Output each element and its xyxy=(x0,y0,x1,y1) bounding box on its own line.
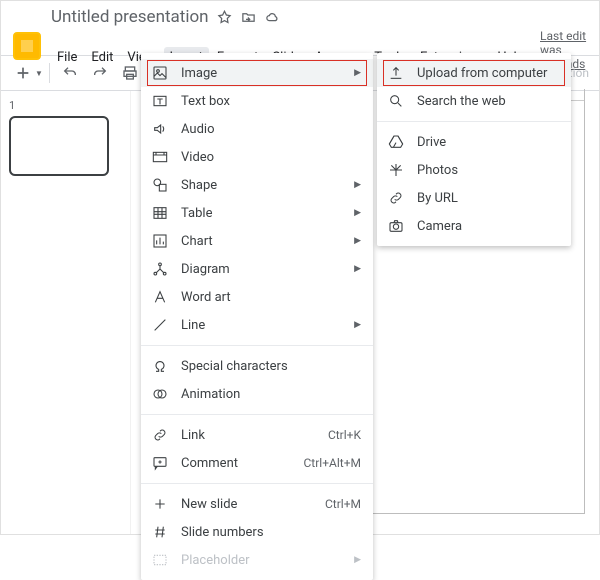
menu-label: Slide numbers xyxy=(181,525,361,540)
submenu-item-photos[interactable]: Photos xyxy=(377,156,571,184)
placeholder-icon xyxy=(151,551,169,569)
menu-item-comment[interactable]: Comment Ctrl+Alt+M xyxy=(141,449,373,477)
menu-item-line[interactable]: Line ▶ xyxy=(141,311,373,339)
line-icon xyxy=(151,316,169,334)
plus-icon xyxy=(151,495,169,513)
camera-icon xyxy=(387,217,405,235)
submenu-item-camera[interactable]: Camera xyxy=(377,212,571,240)
app-header: Untitled presentation File Edit View Ins… xyxy=(1,1,599,55)
slide-number: 1 xyxy=(9,99,122,112)
doc-title[interactable]: Untitled presentation xyxy=(51,7,209,27)
menu-item-chart[interactable]: Chart ▶ xyxy=(141,227,373,255)
chart-icon xyxy=(151,232,169,250)
insert-menu-dropdown: Image ▶ Text box Audio Video Shape ▶ Tab… xyxy=(141,53,373,580)
menu-item-diagram[interactable]: Diagram ▶ xyxy=(141,255,373,283)
submenu-item-searchweb[interactable]: Search the web xyxy=(377,87,571,115)
move-folder-icon[interactable] xyxy=(241,9,257,25)
menu-item-wordart[interactable]: Word art xyxy=(141,283,373,311)
diagram-icon xyxy=(151,260,169,278)
menu-label: Audio xyxy=(181,122,361,137)
chevron-right-icon: ▶ xyxy=(354,555,361,565)
menu-shortcut: Ctrl+M xyxy=(325,497,361,511)
menu-label: Word art xyxy=(181,290,361,305)
slide-thumbnail[interactable] xyxy=(9,116,109,176)
shape-icon xyxy=(151,176,169,194)
audio-icon xyxy=(151,120,169,138)
chevron-right-icon: ▶ xyxy=(354,208,361,218)
cloud-status-icon[interactable] xyxy=(265,9,281,25)
toolbar-cutoff-text: tion xyxy=(569,66,589,80)
menu-label: Diagram xyxy=(181,262,342,277)
wordart-icon xyxy=(151,288,169,306)
table-icon xyxy=(151,204,169,222)
menu-label: Video xyxy=(181,150,361,165)
menu-shortcut: Ctrl+K xyxy=(328,428,361,442)
menu-label: Line xyxy=(181,318,342,333)
chevron-right-icon: ▶ xyxy=(354,264,361,274)
textbox-icon xyxy=(151,92,169,110)
menu-label: Shape xyxy=(181,178,342,193)
menu-label: Camera xyxy=(417,219,559,234)
undo-button[interactable] xyxy=(56,59,84,87)
menu-item-audio[interactable]: Audio xyxy=(141,115,373,143)
menu-label: Upload from computer xyxy=(417,66,559,81)
photos-icon xyxy=(387,161,405,179)
link-icon xyxy=(387,189,405,207)
chevron-right-icon: ▶ xyxy=(354,236,361,246)
menu-item-textbox[interactable]: Text box xyxy=(141,87,373,115)
menu-item-slidenumbers[interactable]: Slide numbers xyxy=(141,518,373,546)
menu-label: Photos xyxy=(417,163,559,178)
print-button[interactable] xyxy=(116,59,144,87)
video-icon xyxy=(151,148,169,166)
submenu-item-upload[interactable]: Upload from computer xyxy=(377,59,571,87)
menu-label: Chart xyxy=(181,234,342,249)
menu-item-newslide[interactable]: New slide Ctrl+M xyxy=(141,490,373,518)
menu-label: New slide xyxy=(181,497,313,512)
menu-item-video[interactable]: Video xyxy=(141,143,373,171)
chevron-right-icon: ▶ xyxy=(354,320,361,330)
image-submenu: Upload from computer Search the web Driv… xyxy=(377,53,571,246)
app-logo-icon[interactable] xyxy=(13,32,41,60)
image-icon xyxy=(151,64,169,82)
animation-icon xyxy=(151,385,169,403)
menu-item-placeholder: Placeholder ▶ xyxy=(141,546,373,574)
comment-icon xyxy=(151,454,169,472)
menu-label: Comment xyxy=(181,456,292,471)
upload-icon xyxy=(387,64,405,82)
menu-label: Placeholder xyxy=(181,553,342,568)
chevron-right-icon: ▶ xyxy=(354,180,361,190)
submenu-item-drive[interactable]: Drive xyxy=(377,128,571,156)
menu-label: Text box xyxy=(181,94,361,109)
menu-item-shape[interactable]: Shape ▶ xyxy=(141,171,373,199)
canvas-right-edge xyxy=(584,89,585,514)
menu-label: Drive xyxy=(417,135,559,150)
menu-item-link[interactable]: Link Ctrl+K xyxy=(141,421,373,449)
menu-label: Special characters xyxy=(181,359,361,374)
new-slide-button[interactable] xyxy=(9,59,37,87)
menu-label: Link xyxy=(181,428,316,443)
submenu-item-byurl[interactable]: By URL xyxy=(377,184,571,212)
menu-shortcut: Ctrl+Alt+M xyxy=(304,456,362,470)
drive-icon xyxy=(387,133,405,151)
menu-label: By URL xyxy=(417,191,559,206)
hash-icon xyxy=(151,523,169,541)
redo-button[interactable] xyxy=(86,59,114,87)
menu-item-animation[interactable]: Animation xyxy=(141,380,373,408)
menu-item-table[interactable]: Table ▶ xyxy=(141,199,373,227)
menu-label: Table xyxy=(181,206,342,221)
star-icon[interactable] xyxy=(217,9,233,25)
menu-item-image[interactable]: Image ▶ xyxy=(141,59,373,87)
menu-label: Search the web xyxy=(417,94,559,109)
search-icon xyxy=(387,92,405,110)
slide-thumbnail-panel: 1 xyxy=(1,91,131,534)
chevron-down-icon[interactable]: ▼ xyxy=(35,69,43,78)
menu-label: Image xyxy=(181,66,342,81)
link-icon xyxy=(151,426,169,444)
menu-label: Animation xyxy=(181,387,361,402)
chevron-right-icon: ▶ xyxy=(354,68,361,78)
omega-icon xyxy=(151,357,169,375)
menu-item-specialchars[interactable]: Special characters xyxy=(141,352,373,380)
